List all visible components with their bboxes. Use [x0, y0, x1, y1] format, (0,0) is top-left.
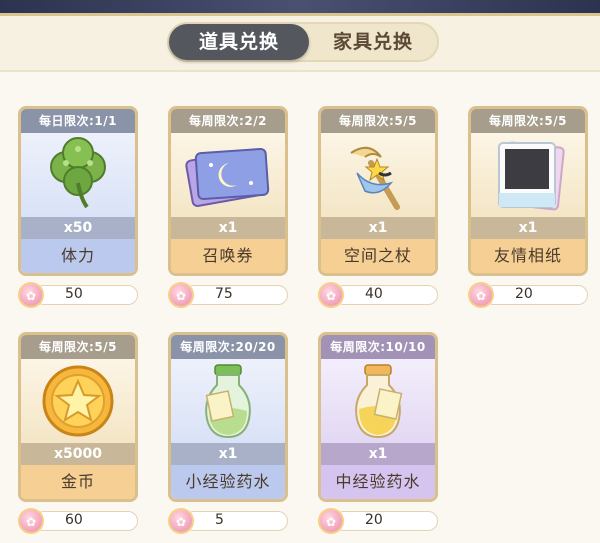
item-name: 小经验药水	[171, 465, 285, 499]
qty-label: x1	[471, 217, 585, 239]
price-tag: 40 ✿	[318, 282, 438, 308]
limit-label: 每周限次:5/5	[21, 335, 135, 359]
price-tag: 60 ✿	[18, 508, 138, 534]
medium-exp-potion-icon	[321, 359, 435, 443]
tab-switcher: 道具兑换 家具兑换	[167, 22, 439, 62]
flower-coin-icon: ✿	[18, 282, 44, 308]
small-exp-potion-icon	[171, 359, 285, 443]
clover-icon	[21, 133, 135, 217]
tab-item-exchange[interactable]: 道具兑换	[169, 24, 309, 60]
item-name: 中经验药水	[321, 465, 435, 499]
item-name: 金币	[21, 465, 135, 499]
price-value: 40	[365, 286, 383, 302]
shop-item-space-staff[interactable]: 每周限次:5/5 x1 空间之杖	[318, 106, 438, 276]
price-tag: 5 ✿	[168, 508, 288, 534]
limit-label: 每周限次:5/5	[471, 109, 585, 133]
qty-label: x1	[321, 443, 435, 465]
limit-label: 每周限次:2/2	[171, 109, 285, 133]
shop-item-medium-exp-potion[interactable]: 每周限次:10/10 x1 中经验药水	[318, 332, 438, 502]
qty-label: x5000	[21, 443, 135, 465]
price-value: 20	[515, 286, 533, 302]
price-value: 5	[215, 512, 224, 528]
price-tag: 20 ✿	[318, 508, 438, 534]
gold-coin-icon	[21, 359, 135, 443]
price-tag: 50 ✿	[18, 282, 138, 308]
price-value: 50	[65, 286, 83, 302]
qty-label: x1	[321, 217, 435, 239]
flower-coin-icon: ✿	[18, 508, 44, 534]
top-banner	[0, 0, 600, 16]
limit-label: 每日限次:1/1	[21, 109, 135, 133]
price-value: 20	[365, 512, 383, 528]
shop-item-gold-coin[interactable]: 每周限次:5/5 x5000 金币	[18, 332, 138, 502]
price-value: 75	[215, 286, 233, 302]
flower-coin-icon: ✿	[168, 508, 194, 534]
limit-label: 每周限次:5/5	[321, 109, 435, 133]
item-name: 友情相纸	[471, 239, 585, 273]
qty-label: x1	[171, 217, 285, 239]
header-bar: 道具兑换 家具兑换	[0, 16, 600, 72]
limit-label: 每周限次:10/10	[321, 335, 435, 359]
qty-label: x50	[21, 217, 135, 239]
price-tag: 20 ✿	[468, 282, 588, 308]
item-name: 召唤券	[171, 239, 285, 273]
item-grid: 每日限次:1/1 x50 体力 50 ✿ 每周限次:2/2 x1 召唤券 75 …	[0, 72, 600, 543]
flower-coin-icon: ✿	[168, 282, 194, 308]
item-name: 体力	[21, 239, 135, 273]
shop-item-small-exp-potion[interactable]: 每周限次:20/20 x1 小经验药水	[168, 332, 288, 502]
space-staff-icon	[321, 133, 435, 217]
flower-coin-icon: ✿	[318, 508, 344, 534]
qty-label: x1	[171, 443, 285, 465]
photo-paper-icon	[471, 133, 585, 217]
price-tag: 75 ✿	[168, 282, 288, 308]
flower-coin-icon: ✿	[468, 282, 494, 308]
flower-coin-icon: ✿	[318, 282, 344, 308]
limit-label: 每周限次:20/20	[171, 335, 285, 359]
shop-item-photo-paper[interactable]: 每周限次:5/5 x1 友情相纸	[468, 106, 588, 276]
item-name: 空间之杖	[321, 239, 435, 273]
shop-item-summon-ticket[interactable]: 每周限次:2/2 x1 召唤券	[168, 106, 288, 276]
price-value: 60	[65, 512, 83, 528]
summon-ticket-icon	[171, 133, 285, 217]
shop-item-stamina[interactable]: 每日限次:1/1 x50 体力	[18, 106, 138, 276]
tab-furniture-exchange[interactable]: 家具兑换	[309, 24, 437, 60]
